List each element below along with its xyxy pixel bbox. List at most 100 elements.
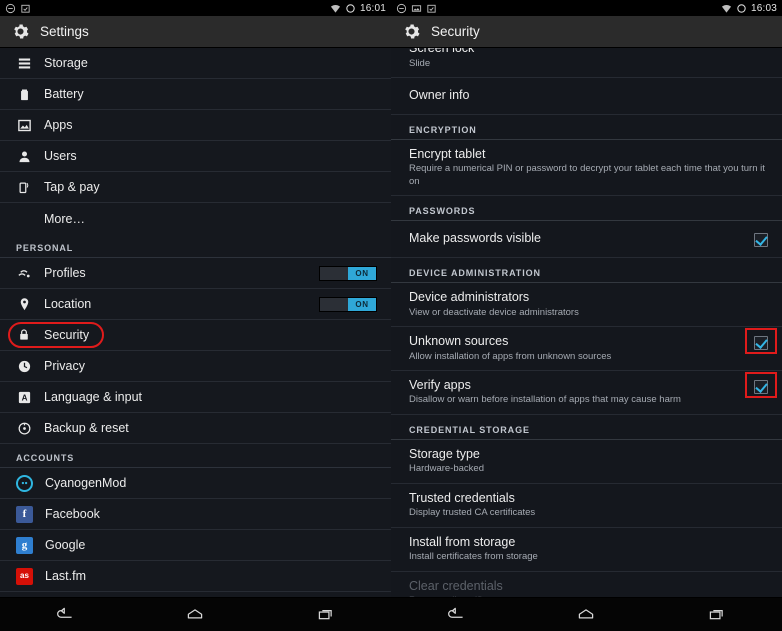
right-action-bar: Security [391, 16, 782, 48]
verify-apps-checkbox-wrap[interactable] [745, 371, 777, 398]
cyanogenmod-icon [16, 474, 33, 492]
right-title: Security [431, 24, 480, 39]
left-clock: 16:01 [359, 2, 386, 14]
wifi-icon [721, 4, 732, 13]
storage-icon [16, 55, 32, 71]
wifi-icon [330, 4, 341, 13]
section-accounts: ACCOUNTS [0, 444, 391, 468]
item-title: Unknown sources [409, 333, 509, 348]
security-item-storage-type[interactable]: Storage type Hardware-backed [391, 440, 782, 484]
security-item-screen-lock[interactable]: Screen lock Slide [391, 48, 782, 78]
sidebar-item-battery[interactable]: Battery [0, 79, 391, 110]
profiles-toggle[interactable]: ON [319, 265, 377, 281]
item-title: Encrypt tablet [409, 146, 486, 161]
tap-and-pay-icon [16, 179, 32, 195]
item-title: Storage type [409, 446, 480, 461]
left-action-bar: Settings [0, 16, 391, 48]
sidebar-item-backup-reset[interactable]: Backup & reset [0, 413, 391, 444]
home-icon[interactable] [566, 603, 606, 627]
item-title: Verify apps [409, 377, 471, 392]
security-item-clear-credentials: Clear credentials Remove all certificate… [391, 572, 782, 597]
right-clock: 16:03 [750, 2, 777, 14]
item-title: Owner info [409, 87, 470, 102]
battery-icon [16, 86, 32, 102]
image-icon [411, 4, 422, 12]
sidebar-item-facebook[interactable]: f Facebook [0, 499, 391, 530]
gear-icon[interactable] [10, 21, 31, 42]
screenshot-icon [427, 4, 436, 13]
security-item-trusted-credentials[interactable]: Trusted credentials Display trusted CA c… [391, 484, 782, 528]
sidebar-label: More… [44, 211, 85, 226]
location-icon [16, 296, 32, 312]
security-item-owner-info[interactable]: Owner info [391, 78, 782, 115]
circle-icon [346, 3, 355, 13]
toggle-off-half [320, 266, 348, 280]
gear-icon[interactable] [401, 21, 422, 42]
security-item-unknown-sources[interactable]: Unknown sources Allow installation of ap… [391, 327, 782, 371]
sidebar-label: Profiles [44, 266, 86, 280]
security-item-install-from-storage[interactable]: Install from storage Install certificate… [391, 528, 782, 572]
sidebar-label: Storage [44, 56, 88, 70]
toggle-on-half: ON [348, 266, 376, 280]
security-item-device-administrators[interactable]: Device administrators View or deactivate… [391, 283, 782, 327]
right-panel-security: 16:03 Security Screen lock Slide Owner i… [391, 0, 782, 631]
left-nav-bar[interactable] [0, 597, 391, 631]
left-status-right: 16:01 [330, 3, 386, 14]
back-icon[interactable] [436, 603, 476, 627]
recents-icon[interactable] [306, 603, 346, 627]
section-credential-storage: CREDENTIAL STORAGE [391, 415, 782, 440]
sidebar-label: Backup & reset [44, 421, 129, 435]
security-list[interactable]: Screen lock Slide Owner info ENCRYPTION … [391, 48, 782, 597]
apps-icon [16, 117, 32, 133]
checkbox-icon[interactable] [754, 379, 768, 394]
sidebar-item-cyanogenmod[interactable]: CyanogenMod [0, 468, 391, 499]
sidebar-item-language-input[interactable]: A Language & input [0, 382, 391, 413]
sidebar-item-google[interactable]: g Google [0, 530, 391, 561]
recents-icon[interactable] [697, 603, 737, 627]
profiles-icon [16, 265, 32, 281]
sidebar-item-tap-and-pay[interactable]: Tap & pay [0, 172, 391, 203]
settings-list[interactable]: Storage Battery Apps Users Tap & pay Mor… [0, 48, 391, 597]
unknown-sources-checkbox-wrap[interactable] [745, 327, 777, 354]
home-icon[interactable] [175, 603, 215, 627]
right-nav-bar[interactable] [391, 597, 782, 631]
make-passwords-visible-checkbox-wrap[interactable] [754, 231, 768, 247]
left-status-bar: 16:01 [0, 0, 391, 16]
circle-icon [737, 3, 746, 13]
toggle-off-half [320, 297, 348, 311]
item-title: Make passwords visible [409, 230, 541, 245]
dnd-icon [5, 3, 16, 13]
section-passwords: PASSWORDS [391, 196, 782, 221]
section-encryption: ENCRYPTION [391, 115, 782, 140]
privacy-icon [16, 358, 32, 374]
sidebar-item-apps[interactable]: Apps [0, 110, 391, 141]
dual-tablet-screenshot: 16:01 Settings Storage Battery Apps User… [0, 0, 782, 631]
item-subtitle: View or deactivate device administrators [409, 306, 579, 318]
right-status-icons [396, 3, 437, 14]
sidebar-item-privacy[interactable]: Privacy [0, 351, 391, 382]
section-personal: PERSONAL [0, 234, 391, 258]
backup-reset-icon [16, 420, 32, 436]
sidebar-item-lastfm[interactable]: as Last.fm [0, 561, 391, 592]
checkbox-icon[interactable] [754, 232, 768, 247]
sidebar-item-storage[interactable]: Storage [0, 48, 391, 79]
sidebar-item-users[interactable]: Users [0, 141, 391, 172]
sidebar-item-location[interactable]: Location ON [0, 289, 391, 320]
sidebar-label: Privacy [44, 359, 85, 373]
sidebar-label: Users [44, 149, 77, 163]
security-item-encrypt-tablet[interactable]: Encrypt tablet Require a numerical PIN o… [391, 140, 782, 196]
right-status-bar: 16:03 [391, 0, 782, 16]
location-toggle[interactable]: ON [319, 296, 377, 312]
back-icon[interactable] [45, 603, 85, 627]
language-icon: A [16, 389, 32, 405]
security-item-make-passwords-visible[interactable]: Make passwords visible [391, 221, 782, 258]
sidebar-item-more[interactable]: More… [0, 203, 391, 234]
checkbox-icon[interactable] [754, 335, 768, 350]
sidebar-item-profiles[interactable]: Profiles ON [0, 258, 391, 289]
dnd-icon [396, 3, 407, 13]
sidebar-item-security[interactable]: Security [0, 320, 391, 351]
security-item-verify-apps[interactable]: Verify apps Disallow or warn before inst… [391, 371, 782, 415]
facebook-icon: f [16, 505, 33, 523]
toggle-on-half: ON [348, 297, 376, 311]
screenshot-icon [21, 4, 30, 13]
